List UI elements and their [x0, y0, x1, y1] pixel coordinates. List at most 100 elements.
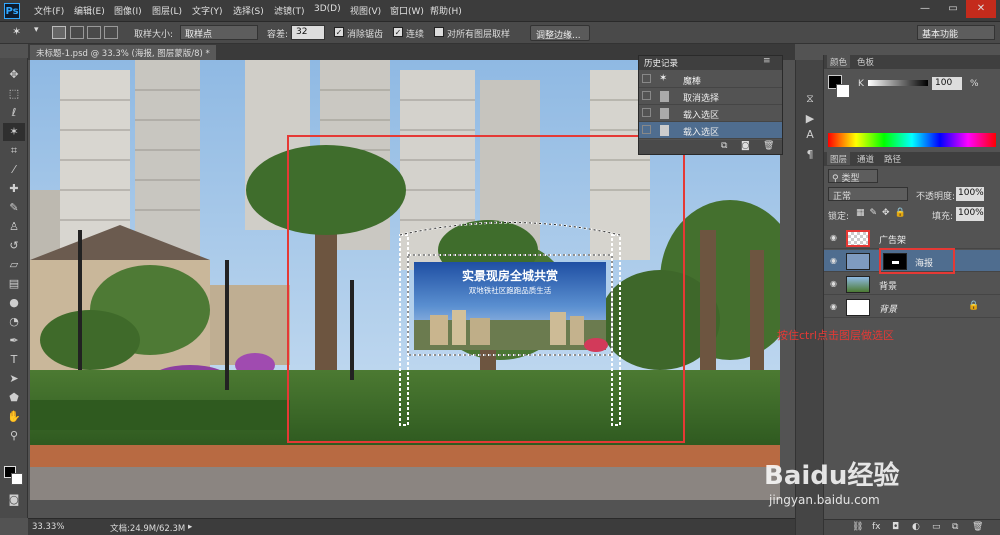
stamp-tool-icon[interactable]: ♙ [3, 218, 25, 236]
zoom-level[interactable]: 33.33% [32, 522, 64, 532]
eye-icon[interactable]: ◉ [830, 256, 837, 265]
eraser-tool-icon[interactable]: ▱ [3, 256, 25, 274]
add-mask-icon[interactable]: ◘ [892, 522, 899, 532]
background-color-swatch[interactable] [11, 473, 23, 485]
subtract-selection-icon[interactable] [87, 26, 101, 39]
refine-edge-button[interactable]: 调整边缘... [530, 25, 590, 41]
k-slider[interactable] [868, 80, 928, 86]
k-value-input[interactable]: 100 [932, 77, 962, 90]
new-layer-icon[interactable]: ⧉ [952, 522, 958, 532]
layer-row[interactable]: ◉ 背景 🔒 [824, 296, 1000, 318]
color-ramp[interactable] [828, 133, 996, 147]
path-select-icon[interactable]: ➤ [3, 370, 25, 388]
hand-tool-icon[interactable]: ✋ [3, 408, 25, 426]
layer-row[interactable]: ◉ 背景 [824, 273, 1000, 295]
document-tab[interactable]: 未标题-1.psd @ 33.3% (海报, 图层蒙版/8) * [30, 45, 216, 60]
background-swatch[interactable] [836, 84, 850, 98]
folder-icon[interactable]: ▭ [932, 522, 941, 532]
brush-tool-icon[interactable]: ✎ [3, 199, 25, 217]
close-button[interactable]: ✕ [966, 0, 996, 18]
character-panel-icon[interactable]: A [799, 126, 821, 144]
fill-input[interactable]: 100% [956, 207, 984, 221]
maximize-button[interactable]: ▭ [938, 0, 968, 18]
contiguous-checkbox[interactable]: ✓ [393, 27, 403, 37]
marquee-tool-icon[interactable]: ⬚ [3, 85, 25, 103]
add-selection-icon[interactable] [70, 26, 84, 39]
eye-icon[interactable]: ◉ [830, 302, 837, 311]
workspace-dropdown[interactable]: 基本功能 [917, 25, 995, 40]
adjustment-icon[interactable]: ◐ [912, 522, 920, 532]
tolerance-input[interactable]: 32 [291, 25, 325, 40]
history-panel: 历史记录 ≡ ✶ 魔棒 取消选择 载入选区 载入选区 ⧉ ◙ 🗑 [638, 55, 783, 155]
status-arrow-icon[interactable]: ▸ [188, 522, 192, 532]
minimize-button[interactable]: — [910, 0, 940, 18]
type-tool-icon[interactable]: T [3, 351, 25, 369]
layer-filter-dropdown[interactable]: ⚲ 类型 [828, 169, 878, 184]
snapshot-checkbox[interactable] [642, 125, 651, 134]
new-selection-icon[interactable] [52, 26, 66, 39]
gradient-tool-icon[interactable]: ▤ [3, 275, 25, 293]
layer-row[interactable]: ◉ 广告架 [824, 227, 1000, 249]
shape-tool-icon[interactable]: ⬟ [3, 389, 25, 407]
eye-icon[interactable]: ◉ [830, 279, 837, 288]
layer-mask-thumbnail[interactable] [883, 253, 907, 270]
chevron-down-icon[interactable]: ▾ [34, 25, 39, 35]
tab-color[interactable]: 颜色 [827, 55, 851, 68]
zoom-tool-icon[interactable]: ⚲ [3, 427, 25, 445]
dodge-tool-icon[interactable]: ◔ [3, 313, 25, 331]
magic-wand-tool-icon[interactable]: ✶ [3, 123, 25, 141]
eyedropper-tool-icon[interactable]: ⁄ [3, 161, 25, 179]
new-document-icon[interactable]: ⧉ [721, 141, 727, 151]
lasso-tool-icon[interactable]: ℓ [3, 104, 25, 122]
blend-mode-dropdown[interactable]: 正常 [828, 187, 908, 202]
camera-icon[interactable]: ◙ [741, 141, 750, 151]
paragraph-panel-icon[interactable]: ¶ [799, 146, 821, 164]
link-icon[interactable]: ⛓ [852, 522, 863, 532]
history-item[interactable]: 取消选择 [639, 88, 782, 105]
tab-channels[interactable]: 通道 [854, 152, 877, 165]
blur-tool-icon[interactable]: ● [3, 294, 25, 312]
quick-mask-icon[interactable]: ◙ [3, 491, 25, 509]
menu-file[interactable]: 文件(F) [34, 4, 64, 18]
right-panels: 颜色 色板 K 100 % 图层 通道 路径 ⚲ 类型 正常 不透明度: 100… [764, 55, 1000, 535]
snapshot-checkbox[interactable] [642, 91, 651, 100]
menu-layer[interactable]: 图层(L) [152, 4, 182, 18]
menu-3d[interactable]: 3D(D) [314, 4, 341, 18]
menu-edit[interactable]: 编辑(E) [74, 4, 105, 18]
fx-icon[interactable]: fx [872, 522, 881, 532]
history-panel-icon[interactable]: ⧖ [799, 90, 821, 108]
sample-all-checkbox[interactable] [434, 27, 444, 37]
panel-menu-icon[interactable]: ≡ [763, 56, 771, 66]
pen-tool-icon[interactable]: ✒ [3, 332, 25, 350]
menu-help[interactable]: 帮助(H) [430, 4, 462, 18]
move-tool-icon[interactable]: ✥ [3, 66, 25, 84]
menu-window[interactable]: 窗口(W) [390, 4, 424, 18]
intersect-selection-icon[interactable] [104, 26, 118, 39]
magic-wand-icon[interactable]: ✶ [12, 25, 21, 38]
healing-tool-icon[interactable]: ✚ [3, 180, 25, 198]
layer-row-selected[interactable]: ◉ 海报 [824, 248, 1000, 274]
tab-layers[interactable]: 图层 [827, 152, 851, 165]
history-item[interactable]: ✶ 魔棒 [639, 71, 782, 88]
lock-icons[interactable]: ▦✎✥🔒 [856, 208, 911, 218]
menu-select[interactable]: 选择(S) [233, 4, 264, 18]
sample-size-dropdown[interactable]: 取样点 [180, 25, 258, 40]
history-item-selected[interactable]: 载入选区 [639, 122, 782, 139]
history-item[interactable]: 载入选区 [639, 105, 782, 122]
menu-view[interactable]: 视图(V) [350, 4, 381, 18]
history-brush-icon[interactable]: ↺ [3, 237, 25, 255]
eye-icon[interactable]: ◉ [830, 233, 837, 242]
trash-icon[interactable]: 🗑 [763, 141, 774, 151]
crop-tool-icon[interactable]: ⌗ [3, 142, 25, 160]
tab-paths[interactable]: 路径 [881, 152, 904, 165]
menu-filter[interactable]: 滤镜(T) [274, 4, 305, 18]
snapshot-checkbox[interactable] [642, 108, 651, 117]
antialias-checkbox[interactable]: ✓ [334, 27, 344, 37]
snapshot-checkbox[interactable] [642, 74, 651, 83]
menu-image[interactable]: 图像(I) [114, 4, 142, 18]
tab-swatches[interactable]: 色板 [854, 55, 877, 68]
opacity-input[interactable]: 100% [956, 187, 984, 201]
menu-type[interactable]: 文字(Y) [192, 4, 223, 18]
layer-name: 海报 [915, 259, 934, 269]
trash-icon[interactable]: 🗑 [972, 522, 983, 532]
